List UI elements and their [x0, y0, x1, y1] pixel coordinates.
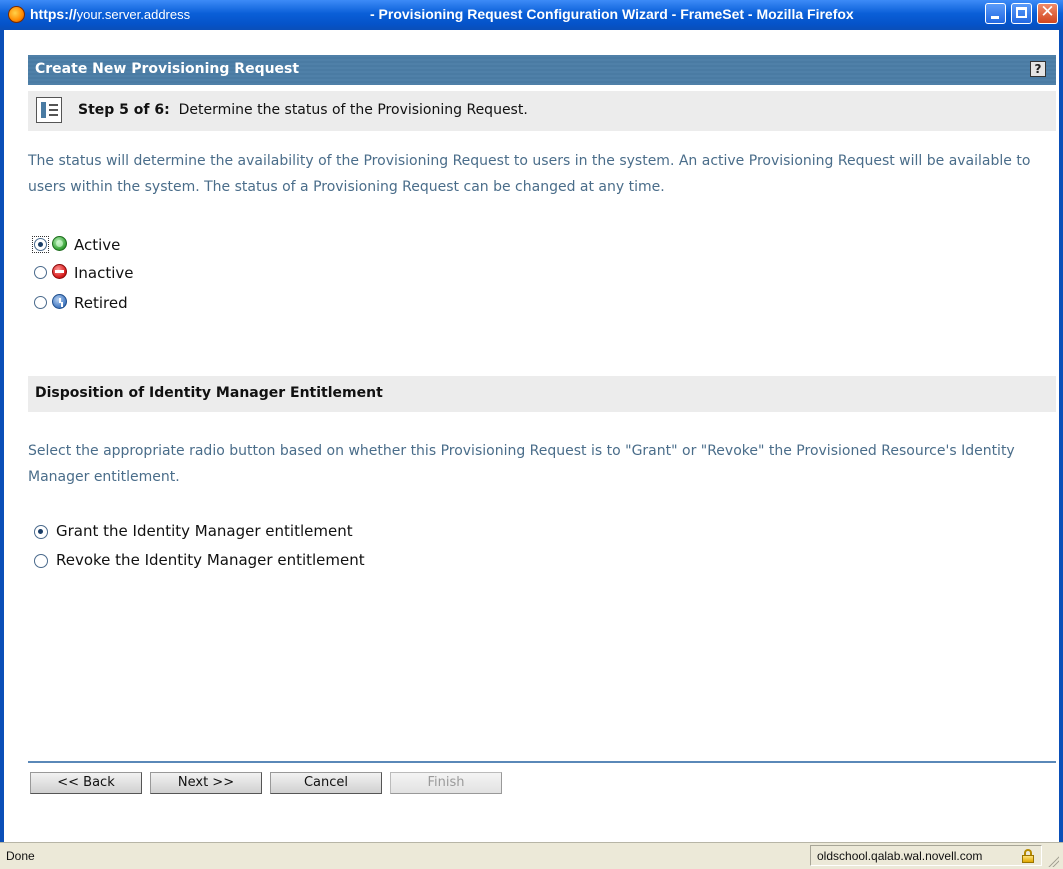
- wizard-step-icon: [36, 97, 62, 123]
- revoke-label: Revoke the Identity Manager entitlement: [56, 551, 365, 569]
- next-button[interactable]: Next >>: [150, 772, 262, 794]
- maximize-icon: [1016, 7, 1027, 18]
- close-icon: ✕: [1040, 2, 1055, 22]
- url-prefix: https://: [30, 6, 77, 22]
- inactive-status-icon: [52, 264, 67, 279]
- footer-divider: [28, 761, 1056, 763]
- page-title: Create New Provisioning Request: [35, 61, 300, 77]
- window-title: - Provisioning Request Configuration Wiz…: [370, 6, 854, 22]
- active-radio[interactable]: [34, 238, 47, 251]
- disposition-section-header: Disposition of Identity Manager Entitlem…: [28, 376, 1056, 412]
- disposition-title: Disposition of Identity Manager Entitlem…: [35, 385, 383, 401]
- status-host: oldschool.qalab.wal.novell.com: [817, 849, 983, 863]
- disposition-description: Select the appropriate radio button base…: [28, 443, 1015, 485]
- finish-button: Finish: [390, 772, 502, 794]
- inactive-radio[interactable]: [34, 266, 47, 279]
- wizard-header: Create New Provisioning Request ?: [28, 55, 1056, 85]
- window-titlebar[interactable]: https://your.server.address - Provisioni…: [0, 0, 1063, 30]
- lock-icon[interactable]: [1021, 849, 1035, 863]
- minimize-icon: [991, 16, 999, 19]
- step-label: Step 5 of 6:: [78, 102, 170, 118]
- grant-label: Grant the Identity Manager entitlement: [56, 522, 353, 540]
- active-label: Active: [74, 236, 121, 254]
- minimize-button[interactable]: [985, 3, 1006, 24]
- inactive-label: Inactive: [74, 264, 134, 282]
- retired-label: Retired: [74, 294, 128, 312]
- maximize-button[interactable]: [1011, 3, 1032, 24]
- cancel-button[interactable]: Cancel: [270, 772, 382, 794]
- window-frame-right: [1059, 30, 1063, 842]
- grant-radio[interactable]: [34, 525, 48, 539]
- step-description: Determine the status of the Provisioning…: [178, 102, 528, 118]
- step-bar: Step 5 of 6: Determine the status of the…: [28, 91, 1056, 131]
- status-text: Done: [6, 849, 35, 863]
- status-host-panel: oldschool.qalab.wal.novell.com: [810, 845, 1042, 866]
- status-description: The status will determine the availabili…: [28, 153, 1031, 195]
- revoke-radio[interactable]: [34, 554, 48, 568]
- window-url: https://your.server.address: [30, 6, 190, 22]
- help-button[interactable]: ?: [1030, 61, 1046, 77]
- close-window-button[interactable]: ✕: [1037, 2, 1058, 24]
- firefox-icon: [8, 6, 25, 23]
- retired-radio[interactable]: [34, 296, 47, 309]
- browser-statusbar: Done oldschool.qalab.wal.novell.com: [0, 842, 1063, 869]
- url-host: your.server.address: [76, 7, 191, 22]
- back-button[interactable]: << Back: [30, 772, 142, 794]
- resize-grip-icon[interactable]: [1047, 855, 1059, 867]
- active-status-icon: [52, 236, 67, 251]
- step-indicator: Step 5 of 6: Determine the status of the…: [78, 102, 528, 118]
- window-frame-left: [0, 30, 4, 842]
- retired-status-icon: [52, 294, 67, 309]
